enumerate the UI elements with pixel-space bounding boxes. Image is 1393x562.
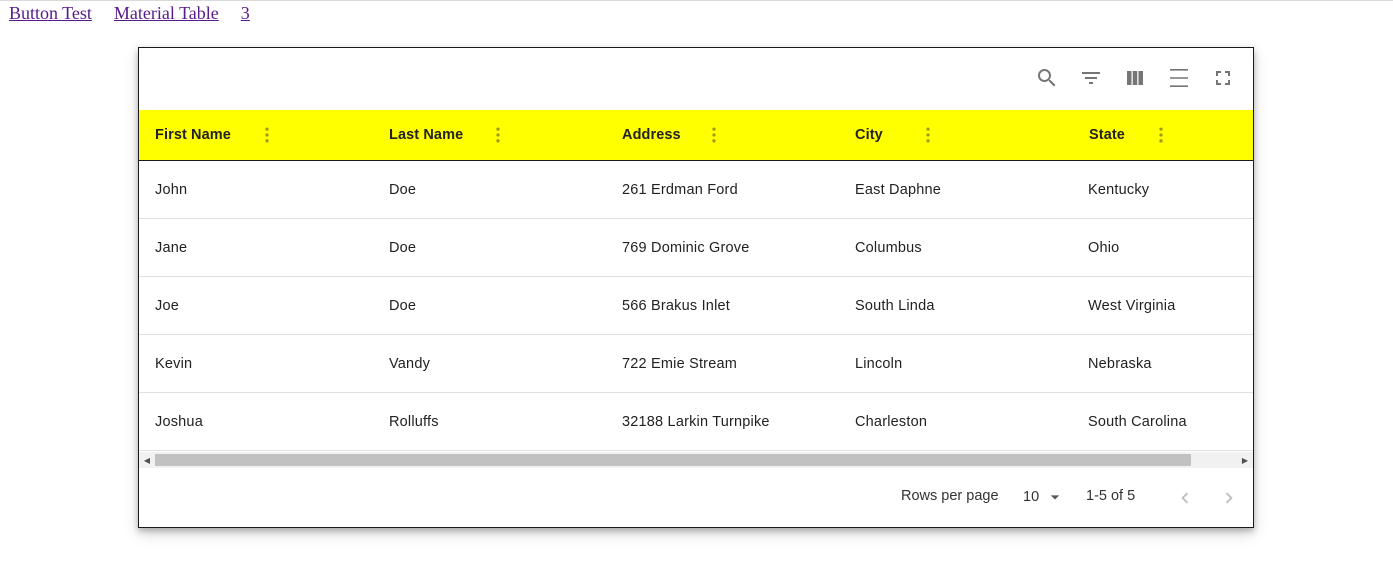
scrollbar-thumb[interactable] — [155, 454, 1191, 466]
cell-city: East Daphne — [855, 181, 942, 198]
table-row: Joe Doe 566 Brakus Inlet South Linda Wes… — [139, 277, 1253, 335]
cell-state: Ohio — [1088, 239, 1120, 256]
cell-last-name: Vandy — [389, 355, 431, 372]
chevron-left-icon — [1181, 492, 1189, 504]
dropdown-arrow-icon — [1050, 495, 1060, 500]
scroll-right-arrow-icon[interactable]: ▶ — [1237, 452, 1253, 468]
top-nav: Button Test Material Table 3 — [9, 3, 250, 27]
fullscreen-icon — [1216, 71, 1230, 85]
filter-icon — [1082, 72, 1100, 84]
material-table-card: First Name Last Name Address City State … — [138, 47, 1254, 528]
more-vert-icon — [926, 127, 930, 143]
cell-address: 261 Erdman Ford — [622, 181, 738, 198]
column-header-city[interactable]: City — [855, 110, 883, 160]
column-menu-first-name[interactable] — [257, 123, 277, 147]
nav-link-3[interactable]: 3 — [241, 3, 250, 27]
fullscreen-button[interactable] — [1208, 63, 1238, 93]
column-header-address[interactable]: Address — [622, 110, 681, 160]
cell-first-name: Jane — [155, 239, 188, 256]
top-divider — [0, 0, 1393, 1]
cell-city: Lincoln — [855, 355, 903, 372]
cell-address: 722 Emie Stream — [622, 355, 738, 372]
column-menu-state[interactable] — [1151, 123, 1171, 147]
cell-address: 769 Dominic Grove — [622, 239, 750, 256]
column-header-first-name[interactable]: First Name — [155, 110, 231, 160]
pagination-range: 1-5 of 5 — [1086, 488, 1136, 504]
cell-city: South Linda — [855, 297, 935, 314]
columns-icon — [1127, 71, 1143, 85]
filter-button[interactable] — [1076, 63, 1106, 93]
columns-button[interactable] — [1120, 63, 1150, 93]
data-table: First Name Last Name Address City State … — [139, 110, 1253, 451]
more-vert-icon — [712, 127, 716, 143]
next-page-button[interactable] — [1215, 484, 1243, 512]
table-row: Joshua Rolluffs 32188 Larkin Turnpike Ch… — [139, 393, 1253, 451]
more-vert-icon — [1159, 127, 1163, 143]
rows-per-page-value: 10 — [1023, 489, 1040, 505]
nav-link-material-table[interactable]: Material Table — [114, 3, 219, 27]
density-icon — [1170, 69, 1188, 87]
cell-state: West Virginia — [1088, 297, 1176, 314]
cell-city: Charleston — [855, 413, 928, 430]
nav-link-button-test[interactable]: Button Test — [9, 3, 92, 27]
cell-last-name: Doe — [389, 239, 417, 256]
cell-first-name: Joe — [155, 297, 179, 314]
rows-per-page-select[interactable]: 10 — [1023, 486, 1065, 508]
cell-first-name: Kevin — [155, 355, 193, 372]
chevron-right-icon — [1225, 492, 1233, 504]
cell-state: South Carolina — [1088, 413, 1187, 430]
scroll-left-arrow-icon[interactable]: ◀ — [139, 452, 155, 468]
cell-address: 566 Brakus Inlet — [622, 297, 730, 314]
table-pagination: Rows per page 10 1-5 of 5 — [139, 468, 1253, 527]
table-toolbar — [139, 48, 1253, 110]
table-row: John Doe 261 Erdman Ford East Daphne Ken… — [139, 161, 1253, 219]
cell-address: 32188 Larkin Turnpike — [622, 413, 770, 430]
rows-per-page-label: Rows per page — [901, 488, 999, 504]
column-menu-address[interactable] — [704, 123, 724, 147]
column-header-state[interactable]: State — [1089, 110, 1125, 160]
column-menu-last-name[interactable] — [488, 123, 508, 147]
table-row: Kevin Vandy 722 Emie Stream Lincoln Nebr… — [139, 335, 1253, 393]
search-icon — [1038, 69, 1056, 87]
table-header-row: First Name Last Name Address City State — [139, 110, 1253, 161]
density-button[interactable] — [1164, 63, 1194, 93]
previous-page-button[interactable] — [1171, 484, 1199, 512]
cell-state: Nebraska — [1088, 355, 1152, 372]
cell-last-name: Doe — [389, 297, 417, 314]
cell-last-name: Rolluffs — [389, 413, 439, 430]
cell-last-name: Doe — [389, 181, 417, 198]
more-vert-icon — [496, 127, 500, 143]
cell-state: Kentucky — [1088, 181, 1150, 198]
cell-first-name: Joshua — [155, 413, 203, 430]
column-header-last-name[interactable]: Last Name — [389, 110, 463, 160]
cell-first-name: John — [155, 181, 188, 198]
cell-city: Columbus — [855, 239, 922, 256]
search-button[interactable] — [1032, 63, 1062, 93]
horizontal-scrollbar[interactable]: ◀ ▶ — [139, 452, 1253, 468]
table-row: Jane Doe 769 Dominic Grove Columbus Ohio — [139, 219, 1253, 277]
column-menu-city[interactable] — [918, 123, 938, 147]
more-vert-icon — [265, 127, 269, 143]
